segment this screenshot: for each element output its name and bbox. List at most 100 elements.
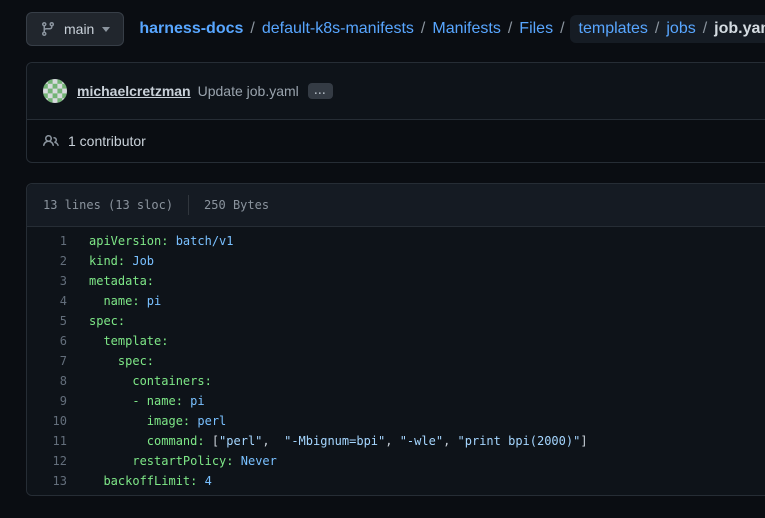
code-line: 7 spec: xyxy=(27,351,765,371)
code-line: 9 - name: pi xyxy=(27,391,765,411)
code-token xyxy=(89,454,132,468)
code-token: kind: xyxy=(89,254,125,268)
code-token xyxy=(89,434,147,448)
code-line-content: spec: xyxy=(89,311,125,331)
code-line-content: template: xyxy=(89,331,168,351)
git-branch-icon xyxy=(40,21,56,37)
code-token: perl xyxy=(190,414,226,428)
code-token xyxy=(89,354,118,368)
code-line: 12 restartPolicy: Never xyxy=(27,451,765,471)
code-line: 5 spec: xyxy=(27,311,765,331)
code-line: 2 kind: Job xyxy=(27,251,765,271)
line-number[interactable]: 11 xyxy=(27,431,67,451)
code-line-content: image: perl xyxy=(89,411,226,431)
code-token xyxy=(89,394,132,408)
line-number[interactable]: 12 xyxy=(27,451,67,471)
line-number[interactable]: 4 xyxy=(27,291,67,311)
code-line: 11 command: ["perl", "-Mbignum=bpi", "-w… xyxy=(27,431,765,451)
file-content-box: 13 lines (13 sloc) 250 Bytes 1 apiVersion… xyxy=(26,183,765,496)
code-token: - name: xyxy=(132,394,183,408)
code-token: "print bpi(2000)" xyxy=(458,434,581,448)
code-line: 4 name: pi xyxy=(27,291,765,311)
breadcrumb-separator: / xyxy=(560,20,564,38)
breadcrumb-item-Files[interactable]: Files xyxy=(519,20,553,38)
code-line: 6 template: xyxy=(27,331,765,351)
breadcrumb-separator: / xyxy=(421,20,425,38)
code-token: Never xyxy=(234,454,277,468)
code-token: pi xyxy=(140,294,162,308)
line-number[interactable]: 9 xyxy=(27,391,67,411)
contributors-count: 1 contributor xyxy=(68,133,146,149)
code-token: template: xyxy=(103,334,168,348)
code-token: command: xyxy=(147,434,205,448)
code-token: image: xyxy=(147,414,190,428)
code-line: 13 backoffLimit: 4 xyxy=(27,471,765,491)
header-divider xyxy=(188,195,189,215)
code-token: backoffLimit: xyxy=(103,474,197,488)
file-navigation-bar: main harness-docs / default-k8s-manifests /… xyxy=(26,12,765,46)
code-viewer: 1apiVersion: batch/v12kind: Job3metadata… xyxy=(27,227,765,495)
code-token: "-wle" xyxy=(400,434,443,448)
breadcrumb-highlight: templates / jobs / job.yaml xyxy=(570,15,765,43)
code-token: Job xyxy=(125,254,154,268)
breadcrumb-item-jobs[interactable]: jobs xyxy=(666,20,695,38)
line-number[interactable]: 3 xyxy=(27,271,67,291)
breadcrumb-item-Manifests[interactable]: Manifests xyxy=(432,20,500,38)
code-line-content: - name: pi xyxy=(89,391,205,411)
avatar[interactable] xyxy=(43,79,67,103)
breadcrumb-separator: / xyxy=(508,20,512,38)
commit-info-box: michaelcretzman Update job.yaml ... 1 co… xyxy=(26,62,765,163)
file-header: 13 lines (13 sloc) 250 Bytes xyxy=(27,184,765,227)
code-token: [ xyxy=(205,434,219,448)
code-token: containers: xyxy=(132,374,211,388)
breadcrumb-item-default-k8s-manifests[interactable]: default-k8s-manifests xyxy=(262,20,414,38)
code-line-content: containers: xyxy=(89,371,212,391)
code-token: spec: xyxy=(118,354,154,368)
page-content: main harness-docs / default-k8s-manifests /… xyxy=(26,0,765,496)
line-number[interactable]: 1 xyxy=(27,231,67,251)
line-number[interactable]: 8 xyxy=(27,371,67,391)
breadcrumb-item-job.yaml: job.yaml xyxy=(714,20,765,38)
code-line-content: name: pi xyxy=(89,291,161,311)
code-token: metadata: xyxy=(89,274,154,288)
code-line: 3 metadata: xyxy=(27,271,765,291)
code-token xyxy=(89,474,103,488)
breadcrumb-separator: / xyxy=(703,20,707,38)
line-number[interactable]: 5 xyxy=(27,311,67,331)
code-token: , xyxy=(262,434,284,448)
code-line-content: restartPolicy: Never xyxy=(89,451,277,471)
file-lines-info: 13 lines (13 sloc) xyxy=(43,198,173,212)
code-line: 8 containers: xyxy=(27,371,765,391)
code-token: spec: xyxy=(89,314,125,328)
code-token: , xyxy=(443,434,457,448)
code-token: pi xyxy=(183,394,205,408)
line-number[interactable]: 10 xyxy=(27,411,67,431)
commit-author-link[interactable]: michaelcretzman xyxy=(77,83,191,99)
contributors-row[interactable]: 1 contributor xyxy=(27,119,765,162)
breadcrumb: harness-docs / default-k8s-manifests / Manif… xyxy=(139,15,765,43)
kebab-horizontal-icon[interactable]: ... xyxy=(308,83,333,99)
line-number[interactable]: 6 xyxy=(27,331,67,351)
people-icon xyxy=(43,133,68,149)
line-number[interactable]: 7 xyxy=(27,351,67,371)
code-line-content: command: ["perl", "-Mbignum=bpi", "-wle"… xyxy=(89,431,588,451)
file-size: 250 Bytes xyxy=(204,198,269,212)
line-number[interactable]: 2 xyxy=(27,251,67,271)
code-token: "-Mbignum=bpi" xyxy=(284,434,385,448)
code-token xyxy=(89,334,103,348)
code-token: apiVersion: xyxy=(89,234,168,248)
breadcrumb-separator: / xyxy=(655,20,659,38)
breadcrumb-item-harness-docs[interactable]: harness-docs xyxy=(139,20,243,38)
code-token xyxy=(89,374,132,388)
code-token: name: xyxy=(103,294,139,308)
chevron-down-icon xyxy=(102,27,110,32)
code-token: , xyxy=(385,434,399,448)
commit-message-link[interactable]: Update job.yaml xyxy=(198,83,299,99)
branch-selector-button[interactable]: main xyxy=(26,12,124,46)
breadcrumb-item-templates[interactable]: templates xyxy=(579,20,648,38)
code-line: 10 image: perl xyxy=(27,411,765,431)
code-token: ] xyxy=(580,434,587,448)
line-number[interactable]: 13 xyxy=(27,471,67,491)
code-token: 4 xyxy=(197,474,211,488)
code-token xyxy=(89,294,103,308)
